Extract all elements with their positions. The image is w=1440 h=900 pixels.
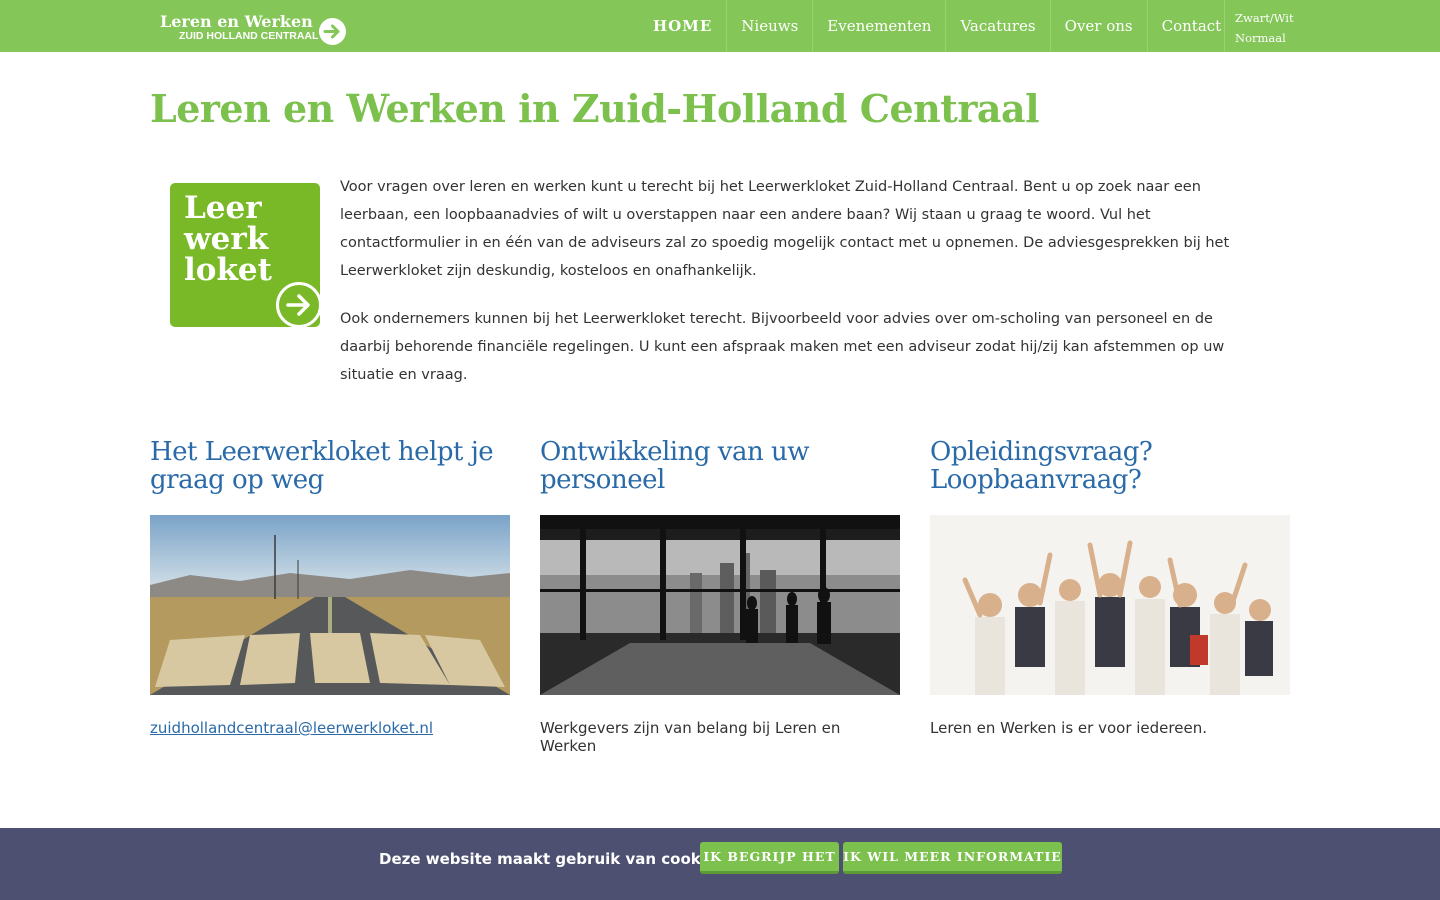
intro-text: Voor vragen over leren en werken kunt u … (340, 173, 1260, 409)
card-title[interactable]: Ontwikkeling van uw personeel (540, 438, 900, 515)
leerwerkloket-logo: Leer werk loket (170, 183, 322, 328)
logo-title: Leren en Werken (160, 12, 313, 31)
card-opleidingsvraag: Opleidingsvraag? Loopbaanvraag? Leren en… (930, 438, 1290, 737)
card-caption: Leren en Werken is er voor iedereen. (930, 719, 1207, 737)
arrow-right-icon (319, 18, 346, 45)
nav-nieuws[interactable]: Nieuws (726, 0, 812, 52)
cookie-more-info-button[interactable]: IK WIL MEER INFORMATIE (843, 842, 1062, 874)
intro-paragraph: Ook ondernemers kunnen bij het Leerwerkl… (340, 311, 1225, 383)
page-title: Leren en Werken in Zuid-Holland Centraal (150, 86, 1040, 131)
intro-paragraph: Voor vragen over leren en werken kunt u … (340, 179, 1230, 279)
nav-contact[interactable]: Contact (1146, 0, 1236, 52)
loket-logo-word: loket (184, 252, 272, 288)
nav-home[interactable]: HOME (639, 0, 726, 52)
main-nav: HOME Nieuws Evenementen Vacatures Over o… (639, 0, 1235, 52)
logo-subtitle: ZUID HOLLAND CENTRAAL (179, 30, 319, 42)
cookie-bar: Deze website maakt gebruik van cookies I… (0, 828, 1440, 900)
contrast-black-white-link[interactable]: Zwart/Wit (1235, 8, 1294, 28)
contrast-switcher: Zwart/Wit Normaal (1224, 0, 1294, 52)
email-link[interactable]: zuidhollandcentraal@leerwerkloket.nl (150, 719, 433, 737)
card-leerwerkloket: Het Leerwerkloket helpt je graag op weg … (150, 438, 510, 737)
top-navigation-bar: Leren en Werken ZUID HOLLAND CENTRAAL HO… (0, 0, 1440, 52)
card-caption: zuidhollandcentraal@leerwerkloket.nl (150, 719, 510, 737)
nav-evenementen[interactable]: Evenementen (812, 0, 945, 52)
arrow-right-icon (276, 282, 322, 328)
nav-over-ons[interactable]: Over ons (1049, 0, 1147, 52)
nav-vacatures[interactable]: Vacatures (945, 0, 1049, 52)
loket-logo-word: Leer (184, 190, 262, 226)
card-ontwikkeling: Ontwikkeling van uw personeel Werkgevers… (540, 438, 900, 755)
loket-logo-text: Leer werk loket (184, 193, 272, 286)
loket-logo-word: werk (184, 221, 269, 257)
cookie-message: Deze website maakt gebruik van cookies (379, 850, 725, 868)
road-start-photo[interactable] (150, 515, 510, 695)
card-caption: Werkgevers zijn van belang bij Leren en … (540, 719, 841, 755)
card-title[interactable]: Opleidingsvraag? Loopbaanvraag? (930, 438, 1290, 515)
cheering-group-photo[interactable] (930, 515, 1290, 695)
cookie-accept-button[interactable]: IK BEGRIJP HET (700, 842, 839, 874)
card-title[interactable]: Het Leerwerkloket helpt je graag op weg (150, 438, 510, 515)
contrast-normal-link[interactable]: Normaal (1235, 28, 1294, 48)
site-logo[interactable]: Leren en Werken ZUID HOLLAND CENTRAAL (160, 10, 350, 46)
office-skyline-photo[interactable] (540, 515, 900, 695)
